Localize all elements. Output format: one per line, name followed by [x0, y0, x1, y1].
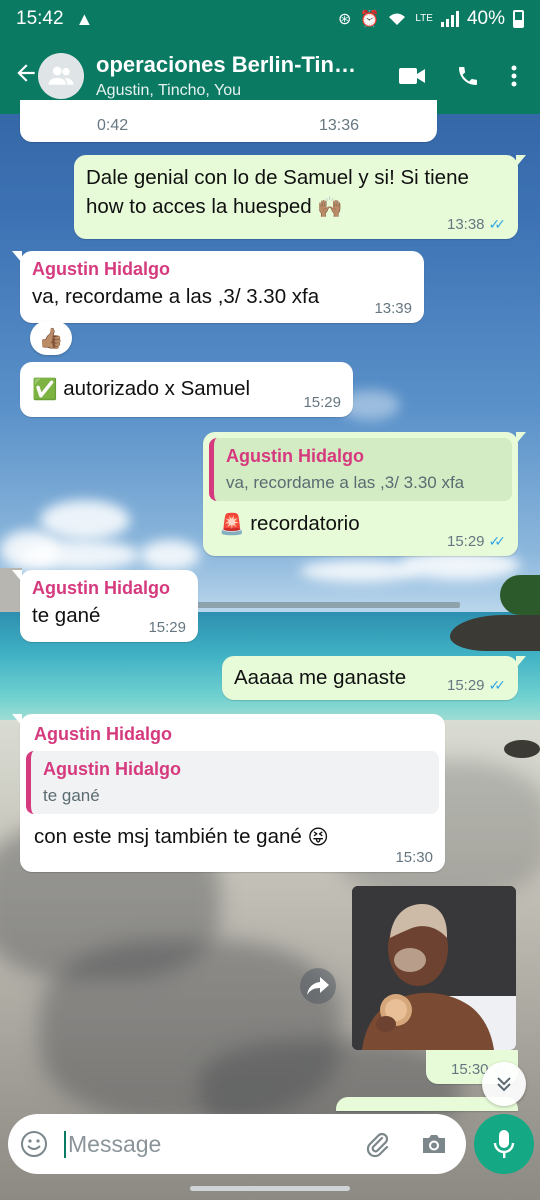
mic-icon: [493, 1130, 515, 1158]
signal-icon: [440, 11, 459, 27]
message-input[interactable]: Message: [64, 1130, 362, 1158]
battery-icon: [513, 10, 524, 28]
outgoing-reply-message[interactable]: Agustin Hidalgo va, recordame a las ,3/ …: [203, 432, 526, 556]
message-time: 15:29: [148, 619, 186, 636]
message-time: 15:30: [395, 849, 433, 866]
reaction-badge[interactable]: 👍🏽: [30, 321, 72, 355]
chat-participants: Agustin, Tincho, You: [96, 82, 241, 99]
emoji-icon[interactable]: [20, 1130, 48, 1158]
message-time: 13:36: [319, 117, 360, 134]
message-time: 15:29: [446, 677, 485, 694]
message-time: 15:29: [446, 533, 485, 550]
camera-icon[interactable]: [420, 1132, 448, 1156]
tongue-wink-emoji: 😝: [307, 826, 329, 850]
message-text: con este msj también te gané 😝: [34, 822, 439, 852]
quoted-sender: Agustin Hidalgo: [43, 759, 181, 779]
chevron-double-down-icon: [497, 1077, 511, 1092]
quoted-text: te gané: [43, 786, 100, 805]
more-vertical-icon[interactable]: [510, 64, 518, 88]
battery-percent: 40%: [466, 8, 505, 29]
message-composer: Message: [8, 1114, 466, 1174]
gesture-nav-bar[interactable]: [190, 1186, 350, 1191]
raised-hands-emoji: 🙌🏽: [317, 196, 343, 220]
scroll-to-bottom-button[interactable]: [482, 1062, 526, 1106]
incoming-reply-message[interactable]: Agustin Hidalgo Agustin Hidalgo te gané …: [12, 714, 445, 872]
chat-title: operaciones Berlin-Tin…: [96, 52, 356, 77]
outgoing-message[interactable]: Dale genial con lo de Samuel y si! Si ti…: [74, 155, 526, 239]
attach-icon[interactable]: [362, 1129, 392, 1159]
check-mark-emoji: ✅: [32, 378, 58, 402]
status-bar: 15:42 ▲ ⊛ ⏰ LTE 40%: [0, 0, 540, 38]
quoted-message[interactable]: Agustin Hidalgo te gané: [26, 751, 439, 814]
alarm-icon: ⏰: [359, 11, 380, 28]
battery-saver-icon: ⊛: [338, 11, 352, 28]
message-text: va, recordame a las ,3/ 3.30 xfa: [32, 285, 320, 308]
message-text: ✅ autorizado x Samuel: [32, 374, 341, 404]
message-time: 15:29: [303, 394, 341, 411]
phone-call-icon[interactable]: [456, 64, 480, 88]
quoted-sender: Agustin Hidalgo: [226, 446, 364, 466]
incoming-message[interactable]: ✅ autorizado x Samuel 15:29: [20, 362, 353, 417]
warning-icon: ▲: [75, 8, 94, 29]
voice-duration: 0:42: [97, 117, 129, 134]
forward-icon[interactable]: [300, 968, 336, 1004]
message-time: 13:38: [446, 216, 485, 233]
read-receipt-icon: ✓✓: [488, 533, 507, 549]
mic-button[interactable]: [474, 1114, 534, 1174]
read-receipt-icon: ✓✓: [488, 677, 507, 693]
group-avatar-icon[interactable]: [38, 53, 84, 99]
outgoing-message[interactable]: Aaaaa me ganaste 15:29 ✓✓: [222, 656, 526, 700]
wifi-icon: [389, 13, 406, 25]
status-time: 15:42: [16, 8, 64, 29]
message-text: Dale genial con lo de Samuel y si! Si ti…: [86, 163, 506, 222]
read-receipt-icon: ✓✓: [488, 216, 507, 232]
quoted-message[interactable]: Agustin Hidalgo va, recordame a las ,3/ …: [209, 438, 512, 501]
police-light-emoji: 🚨: [219, 513, 245, 537]
network-type: LTE: [415, 13, 433, 24]
voice-message-bubble[interactable]: 0:42 13:36: [20, 100, 437, 142]
video-call-icon[interactable]: [398, 65, 426, 87]
quoted-text: va, recordame a las ,3/ 3.30 xfa: [226, 473, 465, 492]
incoming-message[interactable]: Agustin Hidalgo te gané 15:29: [12, 570, 198, 642]
sender-name: Agustin Hidalgo: [32, 259, 170, 279]
incoming-message[interactable]: Agustin Hidalgo va, recordame a las ,3/ …: [12, 251, 424, 323]
chat-title-block[interactable]: operaciones Berlin-Tin… Agustin, Tincho,…: [96, 52, 356, 100]
sender-name: Agustin Hidalgo: [32, 578, 170, 598]
image-message[interactable]: [352, 886, 516, 1050]
sender-name: Agustin Hidalgo: [34, 724, 172, 744]
message-time: 13:39: [374, 300, 412, 317]
